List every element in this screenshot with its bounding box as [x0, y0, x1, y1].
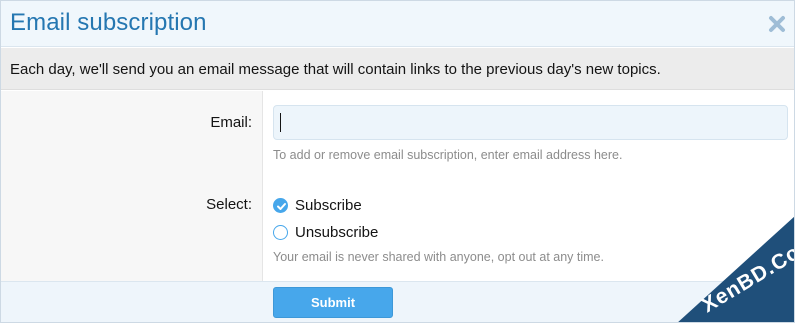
text-caret [280, 113, 281, 132]
email-hint: To add or remove email subscription, ent… [273, 148, 623, 162]
close-icon[interactable] [767, 14, 787, 34]
privacy-note: Your email is never shared with anyone, … [273, 250, 604, 264]
subscribe-label: Subscribe [295, 196, 362, 214]
unsubscribe-option[interactable]: Unsubscribe [273, 222, 378, 242]
select-label: Select: [206, 196, 252, 213]
email-label: Email: [210, 114, 252, 131]
dialog-header: Email subscription [1, 1, 794, 47]
submit-button[interactable]: Submit [273, 287, 393, 318]
email-subscription-dialog: Email subscription Each day, we'll send … [0, 0, 795, 323]
unsubscribe-label: Unsubscribe [295, 223, 379, 241]
radio-checked-icon[interactable] [273, 197, 288, 213]
label-column: Email: Select: [1, 91, 263, 281]
subscribe-option[interactable]: Subscribe [273, 195, 362, 215]
description-bar: Each day, we'll send you an email messag… [1, 48, 794, 90]
dialog-title: Email subscription [10, 9, 207, 36]
radio-unchecked-icon[interactable] [273, 224, 288, 240]
email-field[interactable] [273, 105, 788, 140]
description-text: Each day, we'll send you an email messag… [10, 61, 661, 78]
dialog-footer [1, 281, 794, 322]
